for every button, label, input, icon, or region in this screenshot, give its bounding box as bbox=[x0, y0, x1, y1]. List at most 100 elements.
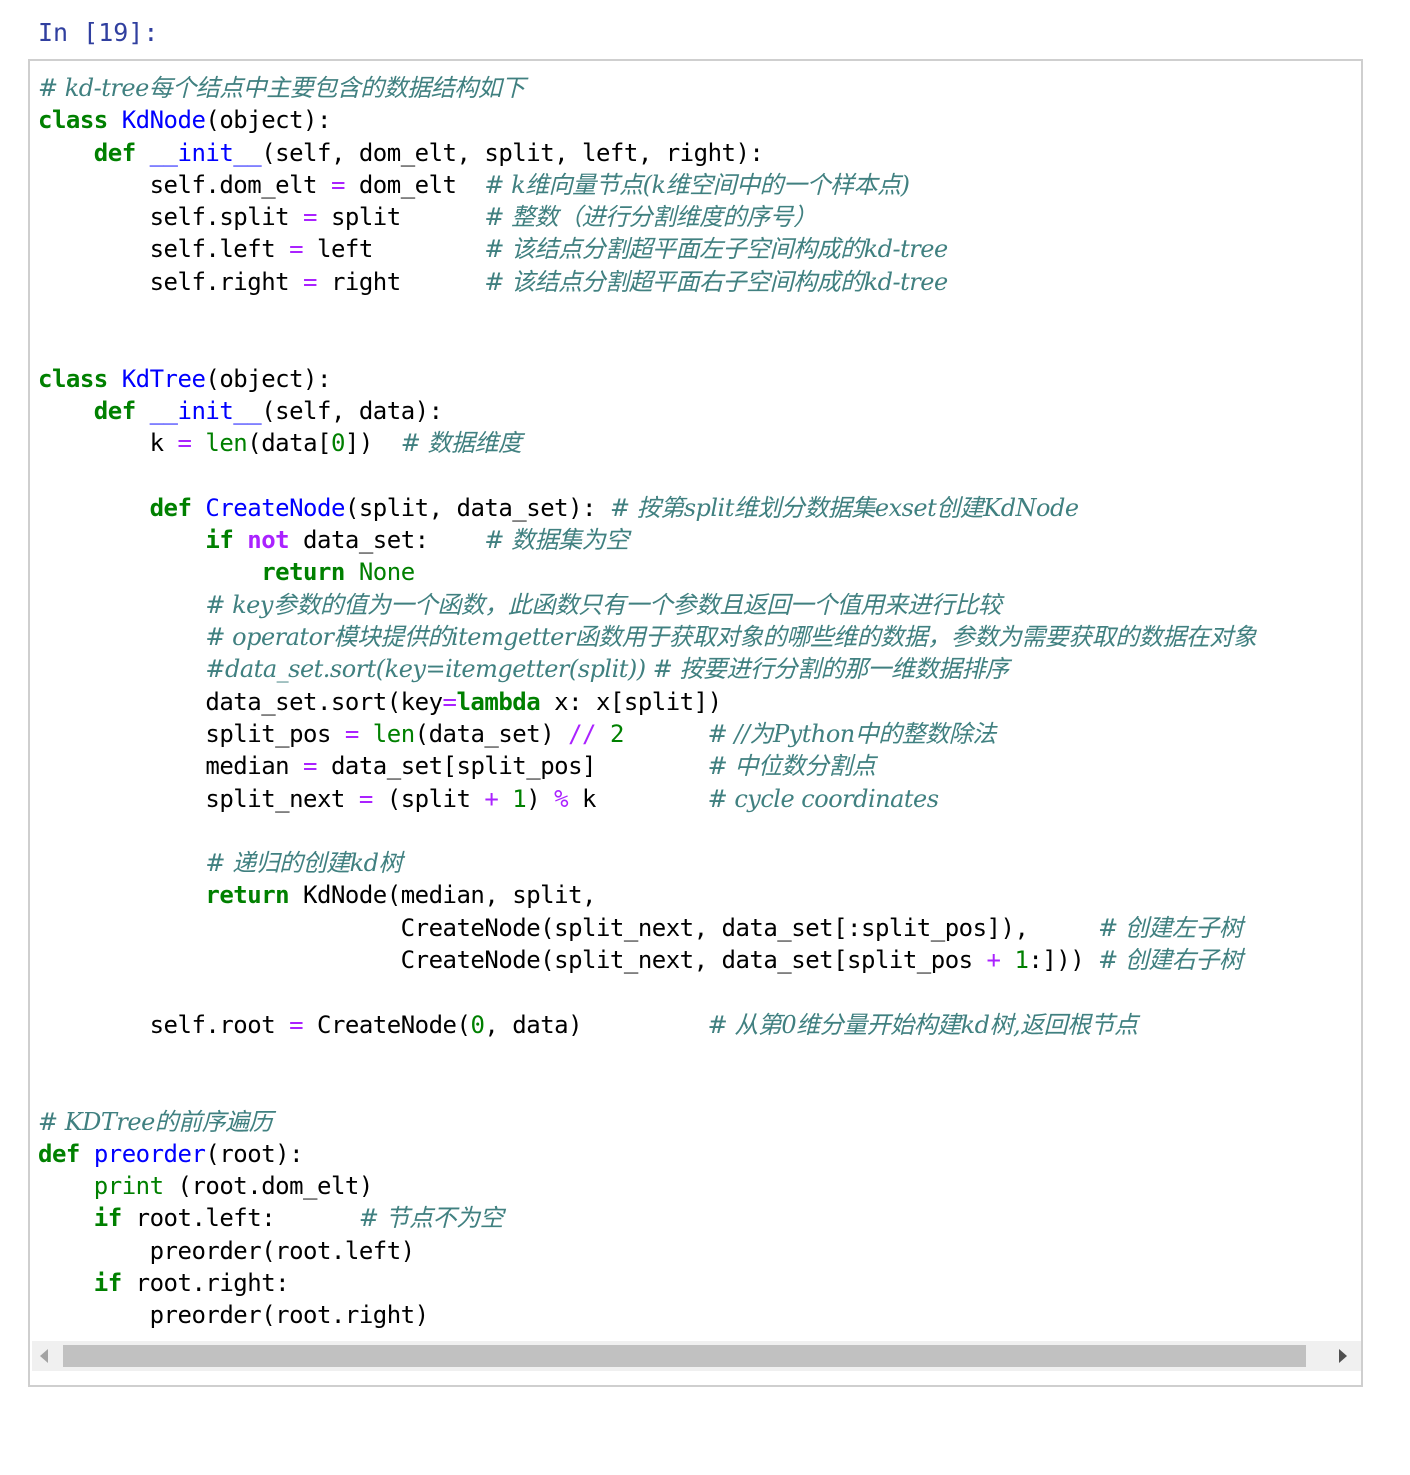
code-line: CreateNode(split_next, data_set[:split_p… bbox=[38, 912, 1256, 944]
code-line: class KdTree(object): bbox=[38, 363, 1256, 395]
code-token: class bbox=[38, 106, 108, 135]
code-line: # kd-tree每个结点中主要包含的数据结构如下 bbox=[38, 72, 1256, 104]
code-line: # key参数的值为一个函数，此函数只有一个参数且返回一个值用来进行比较 bbox=[38, 589, 1256, 621]
code-line: split_pos = len(data_set) // 2 # //为Pyth… bbox=[38, 718, 1256, 750]
code-line: CreateNode(split_next, data_set[split_po… bbox=[38, 944, 1256, 976]
code-comment: # k维向量节点(k维空间中的一个样本点) bbox=[484, 170, 910, 199]
code-line: self.dom_elt = dom_elt # k维向量节点(k维空间中的一个… bbox=[38, 169, 1256, 201]
code-token: CreateNode(split_next, data_set[split_po… bbox=[38, 946, 987, 975]
code-line: print (root.dom_elt) bbox=[38, 1170, 1256, 1202]
scroll-right-icon[interactable] bbox=[1339, 1349, 1347, 1363]
code-token: = bbox=[289, 235, 304, 264]
code-token: split bbox=[317, 203, 485, 232]
code-token: split_next bbox=[38, 784, 359, 813]
code-line: return None bbox=[38, 556, 1256, 588]
code-token: KdNode(median, split, bbox=[289, 881, 596, 910]
code-token: len bbox=[372, 719, 415, 748]
code-token: left bbox=[303, 235, 485, 264]
code-token: CreateNode( bbox=[303, 1010, 471, 1039]
code-token: def bbox=[38, 1139, 80, 1168]
code-line: data_set.sort(key=lambda x: x[split]) bbox=[38, 686, 1256, 718]
code-token: % bbox=[554, 784, 569, 813]
code-line: #data_set.sort(key=itemgetter(split)) # … bbox=[38, 653, 1256, 685]
code-line: class KdNode(object): bbox=[38, 104, 1256, 136]
scrollbar-thumb[interactable] bbox=[63, 1345, 1306, 1367]
code-line: if root.left: # 节点不为空 bbox=[38, 1202, 1256, 1234]
code-token: = bbox=[289, 1010, 304, 1039]
code-line: def __init__(self, dom_elt, split, left,… bbox=[38, 137, 1256, 169]
horizontal-scrollbar[interactable] bbox=[32, 1341, 1361, 1371]
code-token: KdNode bbox=[121, 106, 206, 135]
code-token: (split, data_set): bbox=[344, 493, 610, 522]
code-line: split_next = (split + 1) % k # cycle coo… bbox=[38, 783, 1256, 815]
code-token: preorder(root.left) bbox=[38, 1236, 416, 1265]
code-token: len bbox=[205, 429, 248, 458]
code-token: return bbox=[205, 881, 290, 910]
code-token: self.dom_elt bbox=[38, 170, 331, 199]
code-token: (data_set) bbox=[414, 719, 569, 748]
code-token: data_set: bbox=[289, 526, 485, 555]
code-comment: # 从第0维分量开始构建kd树,返回根节点 bbox=[707, 1010, 1139, 1039]
code-comment: # operator模块提供的itemgetter函数用于获取对象的哪些维的数据… bbox=[205, 623, 1257, 652]
code-line: self.split = split # 整数（进行分割维度的序号） bbox=[38, 201, 1256, 233]
code-token: data_set.sort(key bbox=[38, 687, 443, 716]
code-token: (object): bbox=[205, 106, 331, 135]
scroll-left-icon[interactable] bbox=[40, 1349, 48, 1363]
code-token: (self, dom_elt, split, left, right): bbox=[261, 138, 764, 167]
code-token: = bbox=[358, 784, 373, 813]
code-token: median bbox=[38, 752, 304, 781]
code-token: (root): bbox=[205, 1139, 304, 1168]
code-token: = bbox=[177, 429, 192, 458]
code-token: , data) bbox=[484, 1010, 708, 1039]
code-token: dom_elt bbox=[344, 170, 485, 199]
code-line: median = data_set[split_pos] # 中位数分割点 bbox=[38, 750, 1256, 782]
code-token: return bbox=[261, 558, 345, 587]
code-token: (split bbox=[372, 784, 485, 813]
code-cell[interactable]: # kd-tree每个结点中主要包含的数据结构如下 class KdNode(ob… bbox=[28, 59, 1363, 1387]
code-token: = bbox=[303, 267, 317, 296]
code-line: if root.right: bbox=[38, 1267, 1256, 1299]
code-token: (self, data): bbox=[261, 396, 443, 425]
code-token: self.left bbox=[38, 235, 290, 264]
code-token: split_pos bbox=[38, 719, 345, 748]
code-line: self.left = left # 该结点分割超平面左子空间构成的kd-tre… bbox=[38, 233, 1256, 265]
code-comment: # 按第split维划分数据集exset创建KdNode bbox=[609, 493, 1079, 522]
code-token: __init__ bbox=[149, 138, 262, 167]
code-token: 0 bbox=[470, 1010, 485, 1039]
code-token: = bbox=[303, 203, 317, 232]
code-comment: # cycle coordinates bbox=[707, 784, 939, 813]
code-comment: # 整数（进行分割维度的序号） bbox=[484, 203, 817, 232]
code-token: ]) bbox=[344, 429, 401, 458]
code-line: # KDTree的前序遍历 bbox=[38, 1106, 1256, 1138]
code-token: // bbox=[568, 719, 597, 748]
code-token: + bbox=[484, 784, 499, 813]
code-comment: # kd-tree每个结点中主要包含的数据结构如下 bbox=[38, 74, 525, 102]
code-comment: # key参数的值为一个函数，此函数只有一个参数且返回一个值用来进行比较 bbox=[205, 590, 1002, 619]
code-token: (object): bbox=[205, 364, 331, 393]
code-token: 0 bbox=[330, 429, 345, 458]
code-comment: # 递归的创建kd树 bbox=[205, 849, 403, 878]
code-token: None bbox=[358, 558, 415, 587]
code-editor[interactable]: # kd-tree每个结点中主要包含的数据结构如下 class KdNode(ob… bbox=[38, 72, 1257, 1332]
code-token: preorder(root.right) bbox=[38, 1301, 429, 1330]
